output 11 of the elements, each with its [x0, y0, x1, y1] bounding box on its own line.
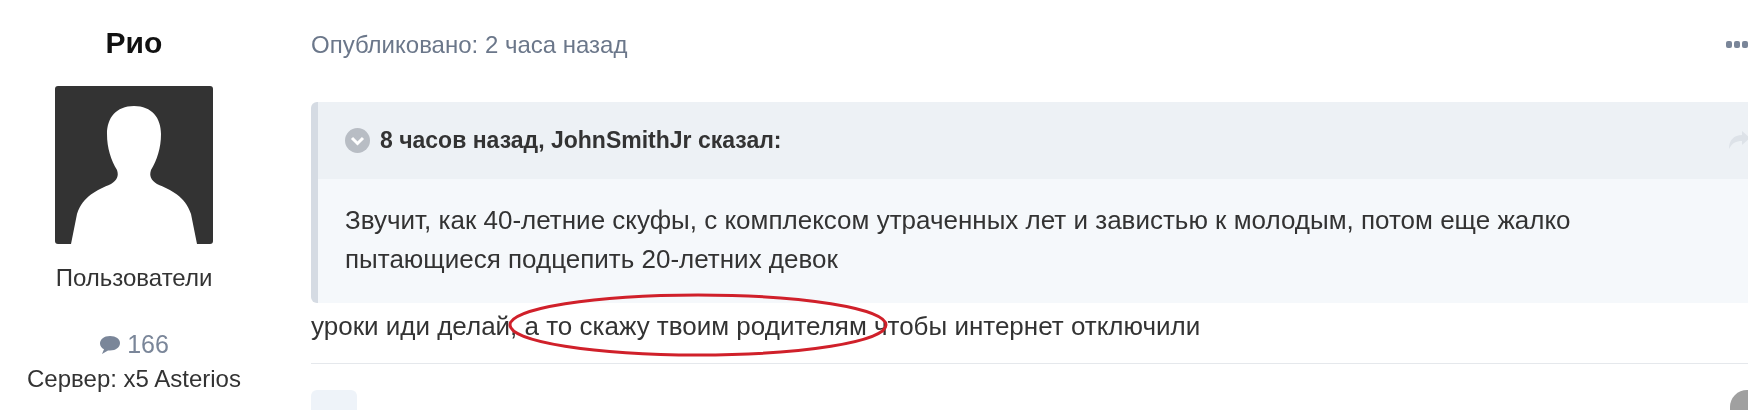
avatar-icon[interactable] [55, 86, 213, 244]
post-count-value: 166 [127, 330, 169, 359]
user-group: Пользователи [55, 264, 213, 292]
more-icon[interactable] [1726, 41, 1748, 49]
published-time: Опубликовано: 2 часа назад [311, 31, 628, 59]
comment-icon [99, 334, 122, 355]
quote-citation[interactable]: 8 часов назад, JohnSmithJr сказал: [380, 127, 782, 154]
chevron-icon[interactable] [345, 128, 370, 153]
quote-text: Звучит, как 40-летние скуфы, с комплексом утраченных лет и завистью к молодым, потом еще жалко пытающиеся подцепить 20-летних девок [318, 179, 1748, 303]
server-label: Сервер: x5 Asterios [27, 365, 241, 393]
author-name[interactable]: Рио [105, 26, 163, 60]
